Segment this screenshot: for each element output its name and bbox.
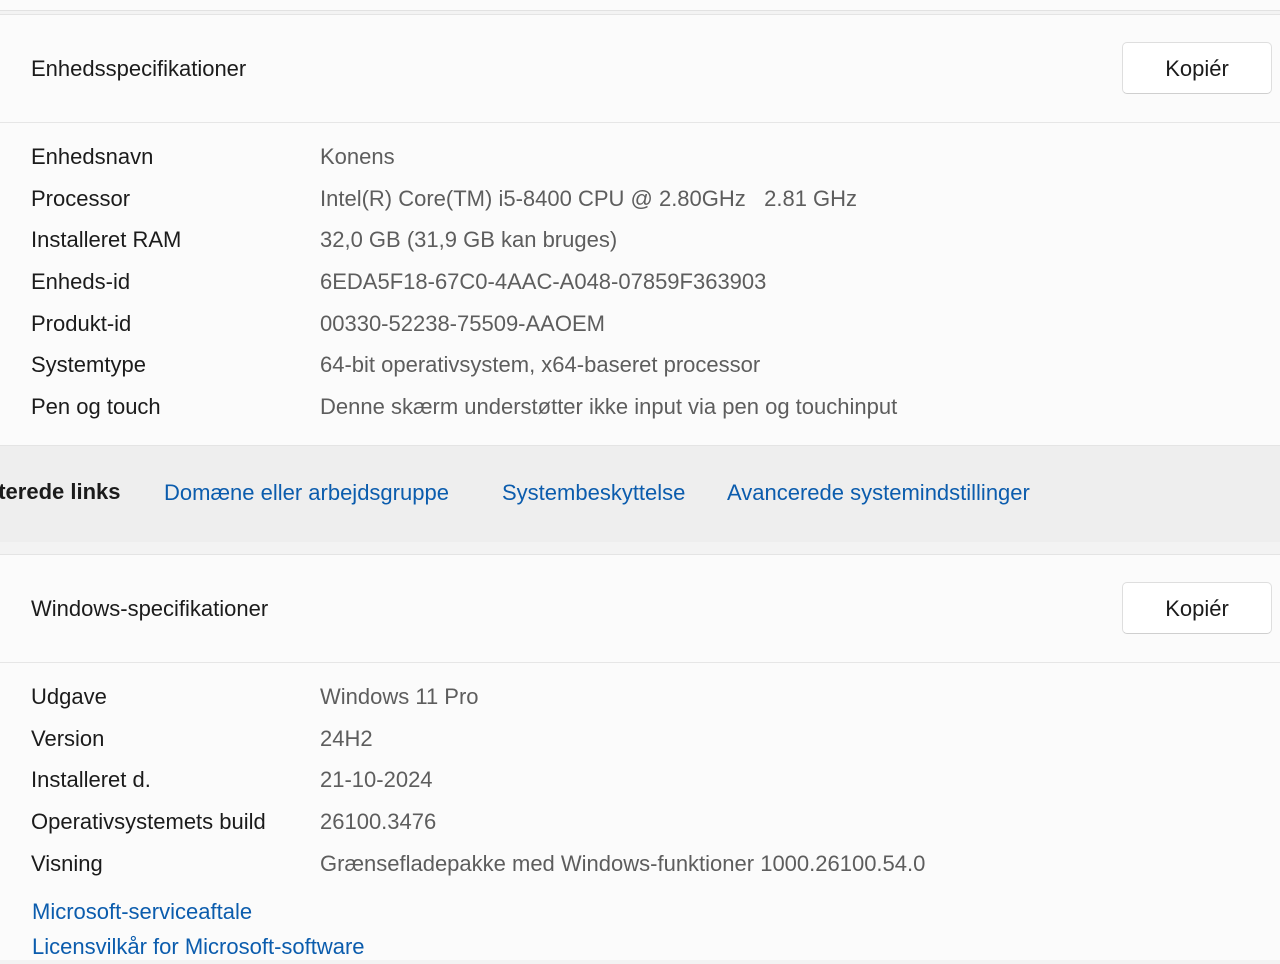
spec-row-experience: Visning Grænsefladepakke med Windows-fun… [0, 851, 1280, 893]
spec-value[interactable]: 64-bit operativsystem, x64-baseret proce… [320, 352, 760, 378]
spec-row-device-id: Enheds-id 6EDA5F18-67C0-4AAC-A048-07859F… [0, 269, 1280, 311]
spec-row-pen-touch: Pen og touch Denne skærm understøtter ik… [0, 394, 1280, 436]
spec-value[interactable]: Grænsefladepakke med Windows-funktioner … [320, 851, 925, 877]
microsoft-software-license-link[interactable]: Licensvilkår for Microsoft-software [32, 929, 1280, 964]
spec-row-version: Version 24H2 [0, 726, 1280, 768]
spec-label: Visning [31, 850, 103, 876]
device-specs-list: Enhedsnavn Konens Processor Intel(R) Cor… [0, 123, 1280, 436]
spec-row-device-name: Enhedsnavn Konens [0, 144, 1280, 186]
spec-label: Produkt-id [31, 310, 132, 336]
spec-value[interactable]: 26100.3476 [320, 809, 436, 835]
spec-label: Installeret d. [31, 767, 151, 793]
spec-value[interactable]: 21-10-2024 [320, 767, 433, 793]
spec-value[interactable]: Windows 11 Pro [320, 684, 479, 710]
windows-specs-card: Windows-specifikationer Kopiér Udgave Wi… [0, 554, 1280, 960]
spec-label: Installeret RAM [31, 227, 182, 253]
spec-value[interactable]: Konens [320, 144, 395, 170]
spec-label: Enheds-id [31, 269, 131, 295]
windows-legal-links: Microsoft-serviceaftale Licensvilkår for… [0, 894, 1280, 964]
spec-label: Udgave [31, 684, 107, 709]
spec-row-installed-on: Installeret d. 21-10-2024 [0, 767, 1280, 809]
spec-label: Version [31, 725, 105, 751]
spec-value[interactable]: 32,0 GB (31,9 GB kan bruges) [320, 227, 617, 253]
domain-workgroup-link[interactable]: Domæne eller arbejdsgruppe [164, 480, 449, 506]
device-specs-header[interactable]: Enhedsspecifikationer Kopiér [0, 15, 1280, 123]
microsoft-services-agreement-link[interactable]: Microsoft-serviceaftale [32, 894, 1280, 929]
device-specs-copy-button[interactable]: Kopiér [1122, 42, 1272, 94]
device-specs-title: Enhedsspecifikationer [31, 56, 247, 81]
spec-row-ram: Installeret RAM 32,0 GB (31,9 GB kan bru… [0, 227, 1280, 269]
related-links-title: aterede links [0, 479, 121, 504]
spec-value[interactable]: Denne skærm understøtter ikke input via … [320, 394, 897, 420]
device-specs-card: Enhedsspecifikationer Kopiér Enhedsnavn … [0, 14, 1280, 446]
spec-label: Processor [31, 185, 131, 211]
spec-label: Pen og touch [31, 394, 161, 420]
windows-specs-list: Udgave Windows 11 Pro Version 24H2 Insta… [0, 663, 1280, 892]
system-protection-link[interactable]: Systembeskyttelse [502, 480, 685, 506]
advanced-system-settings-link[interactable]: Avancerede systemindstillinger [727, 480, 1030, 506]
spec-label: Enhedsnavn [31, 144, 154, 169]
spec-value[interactable]: Intel(R) Core(TM) i5-8400 CPU @ 2.80GHz … [320, 186, 857, 212]
spec-label: Systemtype [31, 352, 146, 378]
windows-specs-copy-button[interactable]: Kopiér [1122, 582, 1272, 634]
spec-row-processor: Processor Intel(R) Core(TM) i5-8400 CPU … [0, 186, 1280, 228]
spec-value[interactable]: 24H2 [320, 726, 373, 752]
spec-label: Operativsystemets build [31, 809, 266, 835]
previous-card-edge [0, 0, 1280, 11]
spec-row-edition: Udgave Windows 11 Pro [0, 684, 1280, 726]
spec-row-product-id: Produkt-id 00330-52238-75509-AAOEM [0, 311, 1280, 353]
spec-value[interactable]: 00330-52238-75509-AAOEM [320, 311, 605, 337]
related-links-bar: aterede links Domæne eller arbejdsgruppe… [0, 446, 1280, 542]
spec-row-system-type: Systemtype 64-bit operativsystem, x64-ba… [0, 352, 1280, 394]
windows-specs-title: Windows-specifikationer [31, 596, 269, 621]
spec-value[interactable]: 6EDA5F18-67C0-4AAC-A048-07859F363903 [320, 269, 766, 295]
windows-specs-header[interactable]: Windows-specifikationer Kopiér [0, 555, 1280, 663]
spec-row-os-build: Operativsystemets build 26100.3476 [0, 809, 1280, 851]
